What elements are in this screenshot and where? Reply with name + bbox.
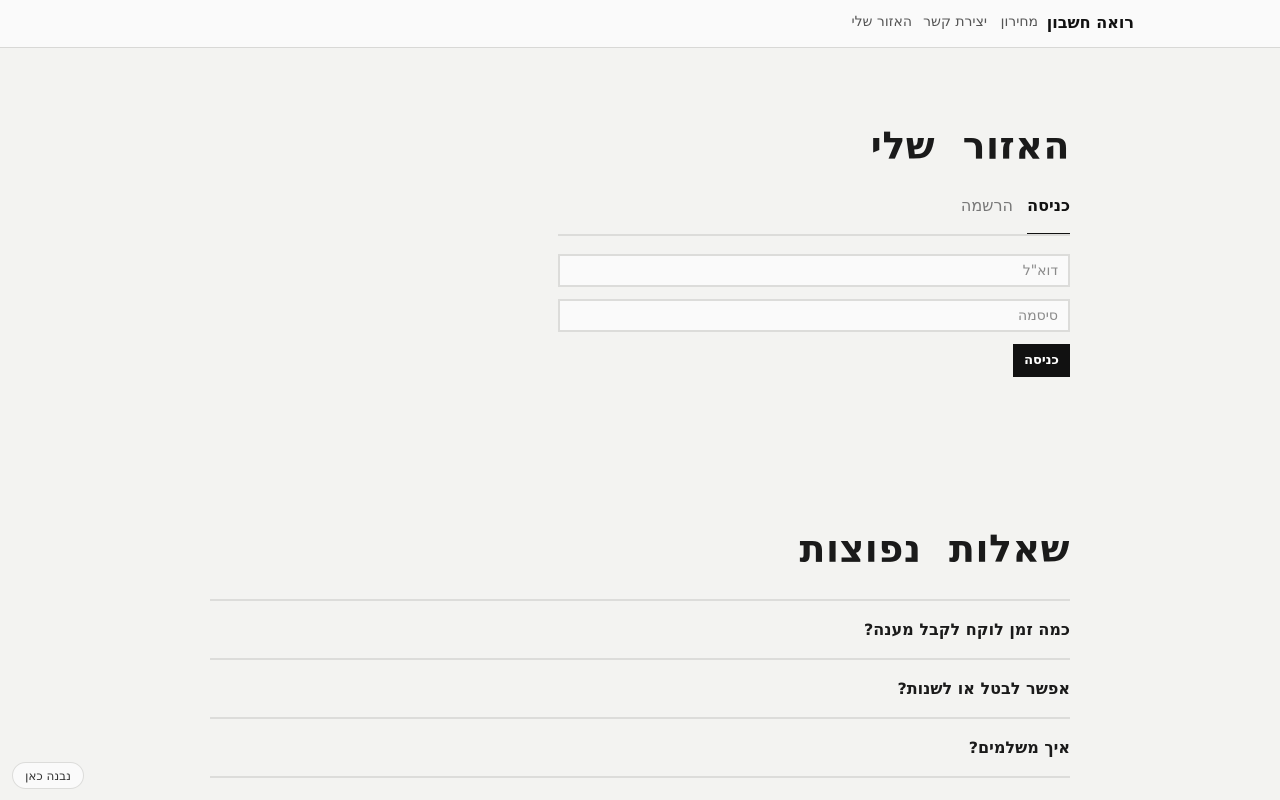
- tab-login[interactable]: כניסה: [1027, 196, 1070, 236]
- email-field[interactable]: [558, 254, 1070, 287]
- top-navbar: רואה חשבון מחירון יצירת קשר האזור שלי: [0, 0, 1280, 48]
- tabs-divider: [558, 234, 1070, 236]
- page-title: האזור שלי: [870, 124, 1070, 168]
- faq-item[interactable]: אפשר לבטל או לשנות?: [210, 660, 1070, 719]
- nav-link-pricing[interactable]: מחירון: [1001, 14, 1038, 30]
- nav-link-my-area[interactable]: האזור שלי: [851, 14, 912, 30]
- faq-item[interactable]: איך משלמים?: [210, 719, 1070, 778]
- nav-link-contact[interactable]: יצירת קשר: [923, 14, 987, 30]
- faq-title: שאלות נפוצות: [799, 527, 1070, 571]
- faq-item[interactable]: כמה זמן לוקח לקבל מענה?: [210, 601, 1070, 660]
- password-field[interactable]: [558, 299, 1070, 332]
- tab-register[interactable]: הרשמה: [961, 196, 1013, 215]
- built-here-badge[interactable]: נבנה כאן: [12, 762, 84, 789]
- brand-logo-link[interactable]: רואה חשבון: [1047, 13, 1134, 32]
- faq-list: כמה זמן לוקח לקבל מענה? אפשר לבטל או לשנ…: [210, 599, 1070, 778]
- login-submit-button[interactable]: כניסה: [1013, 344, 1070, 377]
